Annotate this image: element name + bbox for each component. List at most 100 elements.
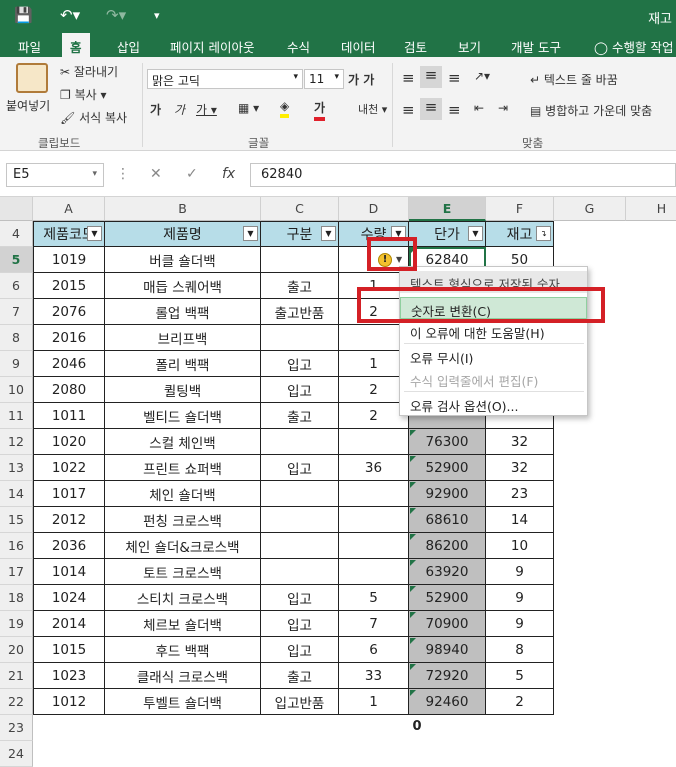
header-cell[interactable]: 재고 ↴ — [486, 221, 554, 247]
row-header[interactable]: 20 — [0, 637, 33, 663]
tab-review[interactable]: 검토 — [404, 37, 427, 56]
paste-button[interactable]: 붙여넣기 — [6, 97, 50, 114]
row-header[interactable]: 22 — [0, 689, 33, 715]
row-header[interactable]: 16 — [0, 533, 33, 559]
cell-c[interactable]: 출고반품 — [261, 299, 339, 325]
cell-d[interactable] — [339, 559, 409, 585]
align-bottom-icon[interactable]: ≡ — [448, 69, 461, 87]
font-size-dropdown[interactable]: 11 ▾ — [304, 69, 344, 89]
align-middle-icon[interactable]: ≡ — [420, 66, 442, 88]
cell-f[interactable]: 5 — [486, 663, 554, 689]
cell-d[interactable]: 7 — [339, 611, 409, 637]
ignore-error-item[interactable]: 오류 무시(I) — [400, 345, 587, 367]
row-header[interactable]: 23 — [0, 715, 33, 741]
cell-c[interactable]: 출고 — [261, 663, 339, 689]
filter-dropdown-icon[interactable]: ▼ — [321, 226, 336, 241]
cell-b[interactable]: 펀칭 크로스백 — [105, 507, 261, 533]
borders-icon[interactable]: ▦ ▾ — [238, 101, 259, 115]
cell-a[interactable]: 1017 — [33, 481, 105, 507]
filter-dropdown-icon[interactable]: ▼ — [468, 226, 483, 241]
format-painter-button[interactable]: 🖌 서식 복사 — [60, 109, 127, 126]
error-checking-options-item[interactable]: 오류 검사 옵션(O)... — [400, 393, 587, 415]
cell-c[interactable] — [261, 533, 339, 559]
cell-d[interactable]: 1 — [339, 689, 409, 715]
cell-a[interactable]: 2014 — [33, 611, 105, 637]
cell-b[interactable]: 폴리 백팩 — [105, 351, 261, 377]
cell-d[interactable]: 6 — [339, 637, 409, 663]
cell-c[interactable]: 출고 — [261, 273, 339, 299]
cell-e[interactable]: 63920 — [409, 559, 486, 585]
increase-indent-icon[interactable]: ⇥ — [498, 101, 508, 115]
cell-f[interactable]: 9 — [486, 611, 554, 637]
col-header-g[interactable]: G — [554, 197, 626, 221]
cell-d[interactable] — [339, 429, 409, 455]
customize-icon[interactable]: ▾ — [154, 9, 160, 22]
row-header[interactable]: 10 — [0, 377, 33, 403]
cell-a[interactable]: 1022 — [33, 455, 105, 481]
col-header-f[interactable]: F — [486, 197, 554, 221]
cell-b[interactable]: 롤업 백팩 — [105, 299, 261, 325]
cell-c[interactable]: 입고 — [261, 637, 339, 663]
row-header[interactable]: 7 — [0, 299, 33, 325]
cell-d[interactable] — [339, 507, 409, 533]
redo-icon[interactable]: ↷▾ — [106, 6, 126, 24]
cell-e[interactable]: 68610 — [409, 507, 486, 533]
select-all-corner[interactable] — [0, 197, 33, 221]
cell-f[interactable]: 14 — [486, 507, 554, 533]
tell-me-search[interactable]: ◯ 수행할 작업 — [594, 37, 673, 56]
cell-f[interactable]: 32 — [486, 429, 554, 455]
cell-a[interactable]: 2046 — [33, 351, 105, 377]
cell-f[interactable]: 2 — [486, 689, 554, 715]
cell-e[interactable]: 72920 — [409, 663, 486, 689]
cell-f[interactable]: 8 — [486, 637, 554, 663]
cell-c[interactable] — [261, 507, 339, 533]
grow-font-icon[interactable]: 가 가 — [348, 71, 374, 88]
col-header-d[interactable]: D — [339, 197, 409, 221]
enter-icon[interactable]: ✓ — [186, 166, 198, 182]
tab-page-layout[interactable]: 페이지 레이아웃 — [170, 37, 254, 56]
cell-b[interactable]: 체르보 숄더백 — [105, 611, 261, 637]
cell-a[interactable]: 1012 — [33, 689, 105, 715]
cell-b[interactable]: 프린트 쇼퍼백 — [105, 455, 261, 481]
error-help-item[interactable]: 이 오류에 대한 도움말(H) — [400, 320, 587, 342]
cell-f[interactable]: 32 — [486, 455, 554, 481]
cell-d[interactable] — [339, 533, 409, 559]
cell-b[interactable]: 스컬 체인백 — [105, 429, 261, 455]
header-cell[interactable]: 제품명 ▼ — [105, 221, 261, 247]
formula-input[interactable]: 62840 — [250, 163, 676, 187]
name-box[interactable]: E5 ▾ — [6, 163, 104, 187]
copy-button[interactable]: ❐ 복사 ▾ — [60, 86, 107, 103]
row-header[interactable]: 6 — [0, 273, 33, 299]
cell-e[interactable]: 76300 — [409, 429, 486, 455]
tab-home[interactable]: 홈 — [62, 33, 90, 57]
cell-a[interactable]: 2076 — [33, 299, 105, 325]
cell-b[interactable]: 투벨트 숄더백 — [105, 689, 261, 715]
font-color-icon[interactable]: 가 — [314, 99, 326, 121]
row-header[interactable]: 13 — [0, 455, 33, 481]
cell-c[interactable]: 입고 — [261, 585, 339, 611]
cell-b[interactable]: 체인 숄더&크로스백 — [105, 533, 261, 559]
cancel-icon[interactable]: ✕ — [150, 166, 162, 182]
row-header[interactable]: 9 — [0, 351, 33, 377]
phonetic-icon[interactable]: 내천 ▾ — [358, 101, 387, 117]
merge-center-button[interactable]: ▤ 병합하고 가운데 맞춤 — [530, 102, 652, 119]
filter-dropdown-icon[interactable]: ↴ — [536, 226, 551, 241]
cell-b[interactable]: 브리프백 — [105, 325, 261, 351]
header-cell[interactable]: 제품코드 ▼ — [33, 221, 105, 247]
align-left-icon[interactable]: ≡ — [402, 101, 415, 119]
row-header[interactable]: 5 — [0, 247, 33, 273]
header-cell[interactable]: 구분 ▼ — [261, 221, 339, 247]
cell-f[interactable]: 9 — [486, 585, 554, 611]
cell-b[interactable]: 토트 크로스백 — [105, 559, 261, 585]
tab-file[interactable]: 파일 — [18, 37, 41, 56]
cell-b[interactable]: 후드 백팩 — [105, 637, 261, 663]
cell-e[interactable]: 92900 — [409, 481, 486, 507]
row-header[interactable]: 19 — [0, 611, 33, 637]
cell-a[interactable]: 2015 — [33, 273, 105, 299]
align-center-icon[interactable]: ≡ — [420, 98, 442, 120]
cell-e[interactable]: 52900 — [409, 455, 486, 481]
cell-a[interactable]: 1023 — [33, 663, 105, 689]
align-top-icon[interactable]: ≡ — [402, 69, 415, 87]
cell-a[interactable]: 1015 — [33, 637, 105, 663]
save-icon[interactable]: 💾 — [14, 6, 33, 24]
